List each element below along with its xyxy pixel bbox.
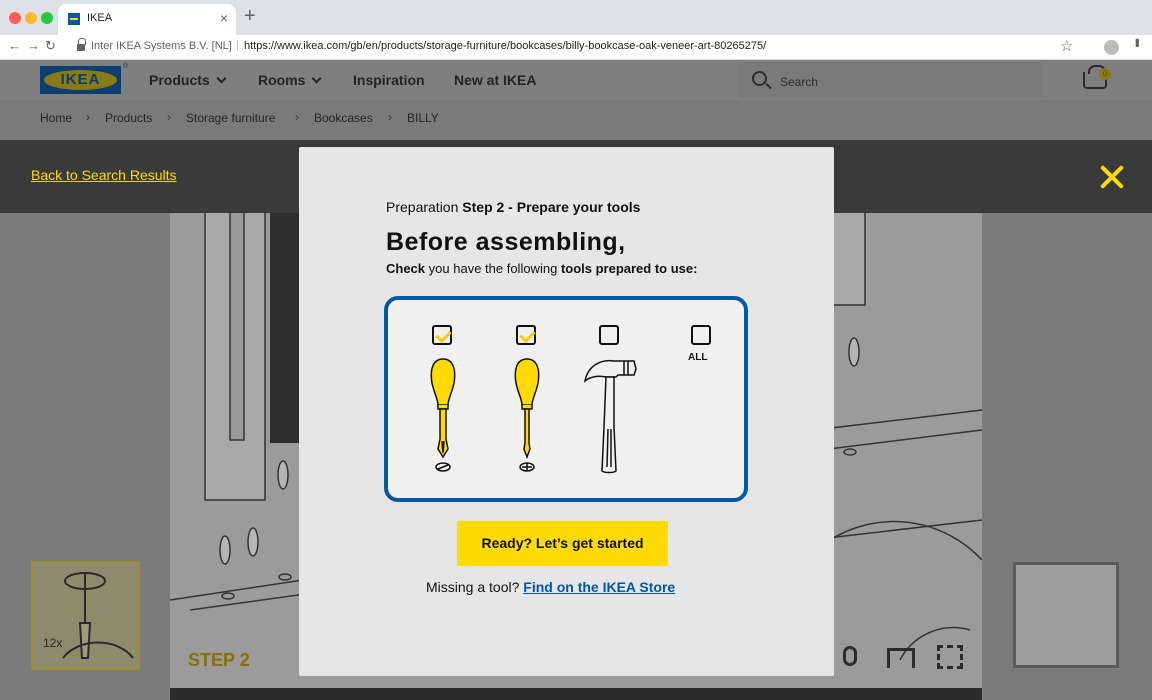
step-timeline[interactable] bbox=[170, 688, 982, 700]
breadcrumb-products[interactable]: Products bbox=[105, 111, 152, 125]
browser-tab-bar: IKEA × + bbox=[0, 0, 1152, 35]
search-placeholder: Search bbox=[780, 75, 819, 89]
tab-title: IKEA bbox=[87, 12, 113, 24]
checkbox-flathead-screwdriver[interactable] bbox=[432, 325, 452, 345]
cast-icon[interactable] bbox=[887, 648, 915, 668]
sub-tools: tools prepared to use: bbox=[560, 261, 698, 276]
checkbox-hammer[interactable] bbox=[599, 325, 619, 345]
browser-tab[interactable]: IKEA × bbox=[58, 4, 236, 35]
ikea-favicon-icon bbox=[68, 13, 80, 25]
forward-arrow-icon[interactable]: → bbox=[27, 38, 40, 53]
phillips-screwdriver-icon bbox=[514, 358, 540, 472]
find-on-ikea-store-link[interactable]: Find on the IKEA Store bbox=[523, 579, 675, 595]
certificate-owner[interactable]: Inter IKEA Systems B.V. [NL] bbox=[91, 40, 232, 52]
step-label: STEP 2 bbox=[188, 650, 250, 670]
cart-count-badge: 0 bbox=[1099, 68, 1111, 80]
breadcrumb-separator: › bbox=[167, 110, 171, 124]
url-input[interactable]: https://www.ikea.com/gb/en/products/stor… bbox=[244, 40, 766, 52]
chevron-down-icon bbox=[216, 73, 227, 84]
address-bar: ← → ↻ Inter IKEA Systems B.V. [NL] | htt… bbox=[0, 35, 1152, 60]
breadcrumb-separator: › bbox=[86, 110, 90, 124]
profile-avatar[interactable] bbox=[1104, 40, 1119, 55]
missing-tool-line: Missing a tool? Find on the IKEA Store bbox=[426, 579, 675, 595]
reload-icon[interactable]: ↻ bbox=[45, 38, 56, 54]
preparation-step-line: Preparation Step 2 - Prepare your tools bbox=[386, 199, 640, 215]
breadcrumb-bookcases[interactable]: Bookcases bbox=[314, 111, 373, 125]
search-input[interactable]: Search bbox=[738, 62, 1043, 98]
screw-rotation-icon: 12x bbox=[43, 572, 134, 659]
chevron-down-icon bbox=[312, 73, 322, 84]
ready-get-started-button[interactable]: Ready? Let’s get started bbox=[457, 521, 668, 566]
shelf-edge bbox=[270, 213, 300, 443]
url-separator: | bbox=[236, 39, 239, 51]
nav-products[interactable]: Products bbox=[149, 72, 227, 88]
nav-rooms-label: Rooms bbox=[258, 72, 306, 88]
browser-menu-icon[interactable]: ••• bbox=[1130, 38, 1145, 46]
modal-title: Before assembling, bbox=[386, 228, 626, 256]
hammer-icon bbox=[583, 359, 637, 474]
fullscreen-icon[interactable] bbox=[937, 645, 963, 669]
close-icon[interactable] bbox=[1097, 162, 1127, 192]
next-step-thumbnail[interactable] bbox=[1013, 562, 1119, 668]
modal-subtitle: Check you have the following tools prepa… bbox=[386, 261, 697, 276]
breadcrumb: Home › Products › Storage furniture › Bo… bbox=[0, 100, 1152, 140]
new-tab-button[interactable]: + bbox=[244, 6, 256, 26]
step-thumbnail[interactable]: 12x bbox=[31, 561, 140, 670]
nav-products-label: Products bbox=[149, 72, 210, 88]
breadcrumb-storage-furniture[interactable]: Storage furniture bbox=[186, 111, 275, 125]
nav-rooms[interactable]: Rooms bbox=[258, 72, 322, 88]
prep-step: Step 2 - Prepare your tools bbox=[462, 199, 641, 215]
close-window-button[interactable] bbox=[9, 12, 21, 24]
tab-close-icon[interactable]: × bbox=[220, 10, 228, 26]
site-header: IKEA ® Products Rooms Inspiration New at… bbox=[0, 60, 1152, 100]
ikea-logo[interactable]: IKEA bbox=[40, 66, 121, 94]
prep-prefix: Preparation bbox=[386, 199, 459, 215]
nav-new-at-ikea[interactable]: New at IKEA bbox=[454, 72, 536, 88]
all-label: ALL bbox=[688, 352, 708, 363]
breadcrumb-separator: › bbox=[388, 110, 392, 124]
logo-text: IKEA bbox=[60, 71, 101, 88]
back-arrow-icon[interactable]: ← bbox=[8, 38, 21, 53]
search-icon bbox=[752, 71, 767, 86]
sub-mid: you have the following bbox=[428, 261, 558, 276]
tools-card: ALL bbox=[384, 296, 748, 502]
registered-mark: ® bbox=[123, 63, 129, 70]
checkbox-all[interactable] bbox=[691, 325, 711, 345]
nav-inspiration[interactable]: Inspiration bbox=[353, 72, 425, 88]
thumb-count: 12x bbox=[43, 636, 62, 650]
sub-check: Check bbox=[386, 261, 426, 276]
breadcrumb-home[interactable]: Home bbox=[40, 111, 72, 125]
breadcrumb-billy: BILLY bbox=[407, 111, 439, 125]
lock-icon[interactable] bbox=[77, 38, 86, 51]
microphone-icon[interactable] bbox=[843, 646, 857, 666]
checkbox-phillips-screwdriver[interactable] bbox=[516, 325, 536, 345]
bookmark-star-icon[interactable]: ☆ bbox=[1060, 37, 1073, 55]
minimize-window-button[interactable] bbox=[25, 12, 37, 24]
prepare-tools-modal: Preparation Step 2 - Prepare your tools … bbox=[299, 147, 834, 676]
missing-text: Missing a tool? bbox=[426, 579, 520, 595]
breadcrumb-separator: › bbox=[295, 110, 299, 124]
flathead-screwdriver-icon bbox=[430, 358, 456, 472]
maximize-window-button[interactable] bbox=[41, 12, 53, 24]
back-to-search-results-link[interactable]: Back to Search Results bbox=[31, 167, 177, 183]
